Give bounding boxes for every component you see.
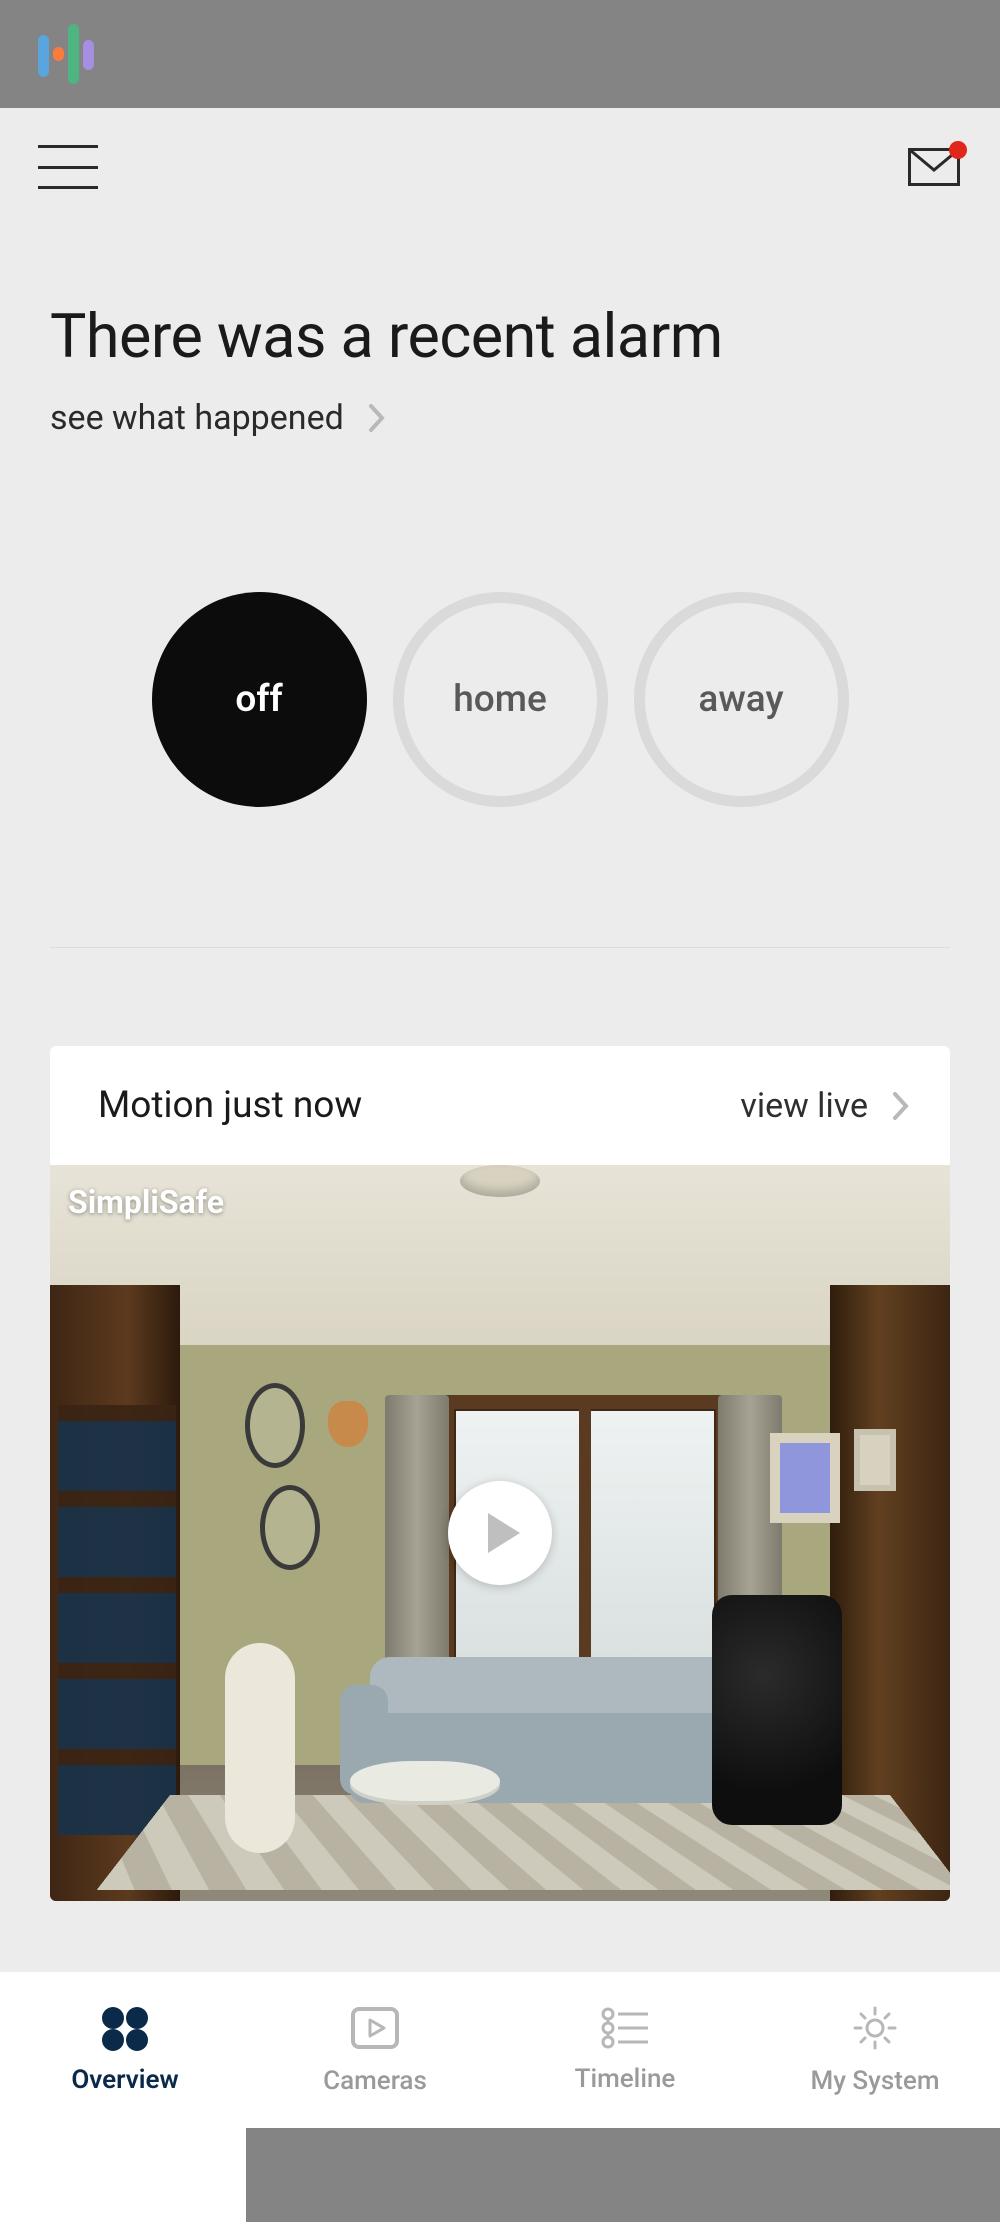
messages-button[interactable] [908,148,960,186]
cameras-icon [348,2004,402,2052]
mode-away-button[interactable]: away [634,592,849,807]
status-logo-icon [38,25,94,83]
mode-home-label: home [453,678,547,721]
motion-status: Motion just now [98,1084,362,1127]
bottom-tab-bar: Overview Cameras [0,1972,1000,2128]
alert-title: There was a recent alarm [50,300,950,372]
overview-icon [98,2005,152,2051]
camera-watermark: SimpliSafe [68,1183,224,1221]
tab-cameras[interactable]: Cameras [250,1972,500,2128]
timeline-icon [598,2006,652,2050]
menu-button[interactable] [38,145,98,189]
mode-away-label: away [698,678,783,721]
play-button[interactable] [448,1481,552,1585]
gear-icon [851,2004,899,2052]
chevron-right-icon [892,1091,910,1121]
section-divider [50,947,950,948]
home-indicator [0,2128,246,2222]
tab-cameras-label: Cameras [323,2066,427,2096]
see-what-happened-link[interactable]: see what happened [50,398,950,438]
tab-my-system-label: My System [810,2066,939,2096]
alert-link-label: see what happened [50,398,344,438]
tab-timeline-label: Timeline [575,2064,676,2094]
chevron-right-icon [368,403,386,433]
mode-off-button[interactable]: off [152,592,367,807]
tab-overview-label: Overview [71,2065,178,2095]
mode-off-label: off [235,678,282,721]
tab-timeline[interactable]: Timeline [500,1972,750,2128]
mode-home-button[interactable]: home [393,592,608,807]
camera-thumbnail[interactable]: SimpliSafe [50,1165,950,1901]
tab-my-system[interactable]: My System [750,1972,1000,2128]
tab-overview[interactable]: Overview [0,1972,250,2128]
notification-badge [949,141,967,159]
camera-card: Motion just now view live [50,1046,950,1901]
view-live-link[interactable]: view live [740,1086,910,1126]
view-live-label: view live [740,1086,868,1126]
